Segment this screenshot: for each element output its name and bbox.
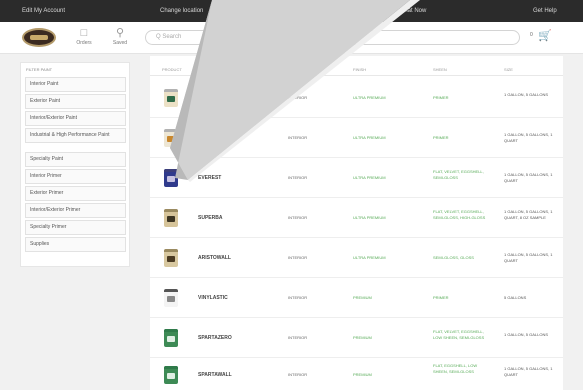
product-finish: ULTRA PREMIUM <box>353 135 386 140</box>
col-use[interactable]: USE <box>288 67 296 72</box>
table-row[interactable]: SPARTAWALL INTERIOR PREMIUM FLAT, EGGSHE… <box>150 358 563 390</box>
sidebar-item-exterior-primer[interactable]: Exterior Primer <box>25 186 126 201</box>
product-size: 5 GALLONS <box>504 295 527 300</box>
table-row[interactable]: SUPERBA INTERIOR ULTRA PREMIUM FLAT, VEL… <box>150 198 563 238</box>
product-finish: PREMIUM <box>353 335 372 340</box>
product-finish: ULTRA PREMIUM <box>353 255 386 260</box>
sidebar-caption: FILTER PAINT <box>26 67 53 72</box>
product-sheen: FLAT, VELVET, EGGSHELL, LOW SHEEN, SEMI-… <box>433 329 485 340</box>
product-finish: ULTRA PREMIUM <box>353 95 386 100</box>
product-name[interactable]: NOTE <box>198 135 212 141</box>
top-bar: Edit My Account Change location Request … <box>0 0 583 22</box>
orders-label: Orders <box>76 40 92 46</box>
my-account-link[interactable]: Edit My Account <box>22 8 65 14</box>
product-size: 1 GALLON, 5 GALLONS <box>504 332 549 337</box>
product-name[interactable]: VINYLASTIC <box>198 295 228 301</box>
product-use: INTERIOR <box>288 175 308 180</box>
table-row[interactable]: SPARTAZERO INTERIOR PREMIUM FLAT, VELVET… <box>150 318 563 358</box>
filter-sidebar: FILTER PAINT Interior Paint Exterior Pai… <box>20 62 130 267</box>
product-use: INTERIOR <box>288 335 308 340</box>
table-row[interactable]: ARISTOWALL INTERIOR ULTRA PREMIUM SEMI-G… <box>150 238 563 278</box>
product-finish: PREMIUM <box>353 372 372 377</box>
product-image <box>164 89 178 107</box>
sidebar-item-int-ext-paint[interactable]: Interior/Exterior Paint <box>25 111 126 126</box>
product-sheen: PRIMER <box>433 135 449 140</box>
product-sheen: FLAT, VELVET, EGGSHELL, SEMI-GLOSS <box>433 169 484 180</box>
search-input[interactable]: Q Search <box>145 30 520 45</box>
table-row[interactable]: INTERIOR ULTRA PREMIUM PRIMER 1 GALLON, … <box>150 78 563 118</box>
table-row[interactable]: EVEREST INTERIOR ULTRA PREMIUM FLAT, VEL… <box>150 158 563 198</box>
product-sheen: FLAT, VELVET, EGGSHELL, SEMI-GLOSS, HIGH… <box>433 209 486 220</box>
product-size: 1 GALLON, 5 GALLONS, 1 QUART, 8 OZ SAMPL… <box>504 209 553 220</box>
product-name[interactable]: SUPERBA <box>198 215 222 221</box>
topbar-link-quote[interactable]: Request a Quote <box>300 8 345 14</box>
site-header: □ Orders ⚲ Saved Q Search 0 🛒 <box>0 22 583 54</box>
product-finish: ULTRA PREMIUM <box>353 175 386 180</box>
product-name[interactable]: SPARTAZERO <box>198 335 232 341</box>
col-size[interactable]: SIZE <box>504 67 513 72</box>
product-sheen: PRIMER <box>433 295 449 300</box>
product-use: INTERIOR <box>288 95 308 100</box>
sidebar-item-interior-paint[interactable]: Interior Paint <box>25 77 126 92</box>
col-product[interactable]: PRODUCT <box>162 67 182 72</box>
sidebar-item-int-ext-primer[interactable]: Interior/Exterior Primer <box>25 203 126 218</box>
product-image <box>164 129 178 147</box>
topbar-link-location[interactable]: Change location <box>160 8 203 14</box>
product-size: 1 GALLON, 5 GALLONS, 1 QUART <box>504 172 553 183</box>
product-sheen: PRIMER <box>433 95 449 100</box>
search-placeholder: Q Search <box>156 34 182 40</box>
product-use: INTERIOR <box>288 215 308 220</box>
product-image <box>164 209 178 227</box>
product-image <box>164 329 178 347</box>
cart-icon[interactable]: 🛒 <box>538 29 552 42</box>
product-name[interactable]: EVEREST <box>198 175 221 181</box>
sidebar-item-interior-primer[interactable]: Interior Primer <box>25 169 126 184</box>
get-help-link[interactable]: Get Help <box>533 8 557 14</box>
product-use: INTERIOR <box>288 255 308 260</box>
sidebar-item-exterior-paint[interactable]: Exterior Paint <box>25 94 126 109</box>
product-name[interactable]: ARISTOWALL <box>198 255 231 261</box>
sidebar-item-industrial[interactable]: Industrial & High Performance Paint <box>25 128 126 143</box>
product-image <box>164 289 178 307</box>
product-table: PRODUCT USE FINISH SHEEN SIZE INTERIOR U… <box>150 56 563 390</box>
product-use: INTERIOR <box>288 372 308 377</box>
sidebar-item-specialty-primer[interactable]: Specialty Primer <box>25 220 126 235</box>
product-image <box>164 249 178 267</box>
product-finish: PREMIUM <box>353 295 372 300</box>
topbar-link-chat[interactable]: Chat Now <box>400 8 426 14</box>
orders-button[interactable]: □ Orders <box>70 26 98 46</box>
product-use: INTERIOR <box>288 295 308 300</box>
saved-label: Saved <box>112 40 128 46</box>
table-row[interactable]: NOTE INTERIOR ULTRA PREMIUM PRIMER 1 GAL… <box>150 118 563 158</box>
product-sheen: FLAT, EGGSHELL, LOW SHEEN, SEMI-GLOSS <box>433 363 478 374</box>
product-image <box>164 366 178 384</box>
table-header: PRODUCT USE FINISH SHEEN SIZE <box>150 64 563 76</box>
product-sheen: SEMI-GLOSS, GLOSS <box>433 255 474 260</box>
product-finish: ULTRA PREMIUM <box>353 215 386 220</box>
col-finish[interactable]: FINISH <box>353 67 366 72</box>
product-name[interactable]: SPARTAWALL <box>198 372 232 378</box>
search-doc-icon: ⚲ <box>115 27 125 39</box>
product-image <box>164 169 178 187</box>
product-size: 1 GALLON, 5 GALLONS, 1 QUART <box>504 252 553 263</box>
sidebar-item-supplies[interactable]: Supplies <box>25 237 126 252</box>
cart-count: 0 <box>530 32 533 38</box>
saved-button[interactable]: ⚲ Saved <box>106 26 134 46</box>
table-row[interactable]: VINYLASTIC INTERIOR PREMIUM PRIMER 5 GAL… <box>150 278 563 318</box>
product-size: 1 GALLON, 5 GALLONS, 1 QUART <box>504 366 553 377</box>
brand-logo[interactable] <box>22 28 56 47</box>
document-icon: □ <box>80 27 88 39</box>
product-use: INTERIOR <box>288 135 308 140</box>
sidebar-item-specialty-paint[interactable]: Specialty Paint <box>25 152 126 167</box>
col-sheen[interactable]: SHEEN <box>433 67 447 72</box>
product-size: 1 GALLON, 5 GALLONS <box>504 92 549 97</box>
product-size: 1 GALLON, 5 GALLONS, 1 QUART <box>504 132 553 143</box>
